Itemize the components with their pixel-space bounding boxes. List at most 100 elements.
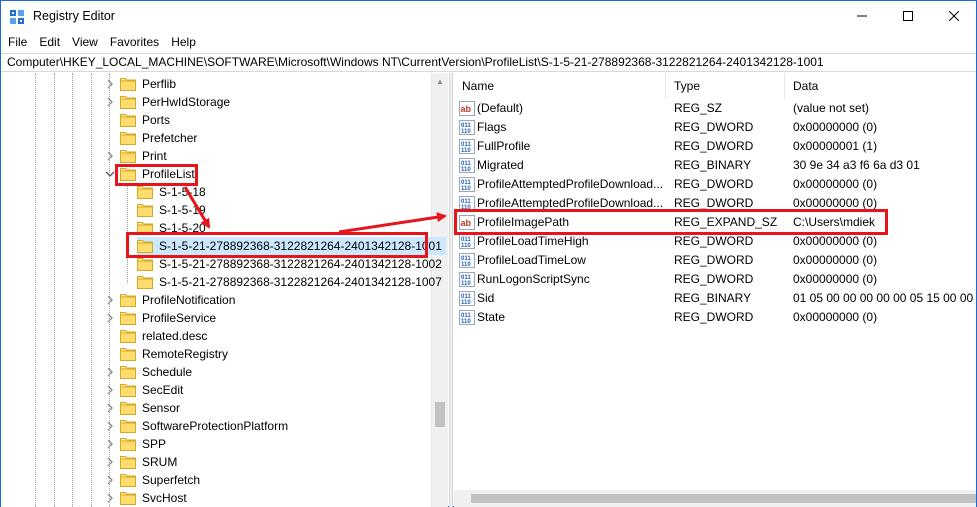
registry-editor-window: Registry Editor File Edit View Favorites… <box>0 0 977 507</box>
tree-item[interactable]: S-1-5-21-278892368-3122821264-2401342128… <box>137 237 446 255</box>
tree-item[interactable]: RemoteRegistry <box>120 345 228 363</box>
list-header: Name Type Data <box>454 73 976 99</box>
svg-text:110: 110 <box>461 281 471 287</box>
chevron-right-icon[interactable] <box>105 313 115 323</box>
tree-scroll-thumb[interactable] <box>435 402 445 427</box>
chevron-right-icon[interactable] <box>105 475 115 485</box>
folder-icon <box>120 168 136 181</box>
minimize-icon <box>857 15 867 17</box>
close-button[interactable] <box>931 1 977 31</box>
svg-text:110: 110 <box>461 167 471 173</box>
tree-item[interactable]: Sensor <box>120 399 180 417</box>
tree-item[interactable]: related.desc <box>120 327 207 345</box>
value-row[interactable]: 011 110 Sid REG_BINARY 01 05 00 00 00 00 00 … <box>454 289 976 308</box>
value-row[interactable]: ab ProfileImagePath REG_EXPAND_SZ C:\Users\… <box>454 213 976 232</box>
value-type: REG_BINARY <box>674 291 752 305</box>
chevron-right-icon[interactable] <box>105 439 115 449</box>
tree-item[interactable]: S-1-5-18 <box>137 183 206 201</box>
value-type: REG_DWORD <box>674 234 754 248</box>
value-name: ProfileAttemptedProfileDownload... <box>477 196 664 210</box>
tree-item[interactable]: S-1-5-21-278892368-3122821264-2401342128… <box>137 273 442 291</box>
list-scroll-thumb[interactable] <box>471 494 976 503</box>
tree-item-label: Schedule <box>142 365 193 379</box>
folder-icon <box>120 78 136 91</box>
chevron-right-icon[interactable] <box>105 79 115 89</box>
tree-item[interactable]: S-1-5-20 <box>137 219 206 237</box>
address-bar[interactable]: Computer\HKEY_LOCAL_MACHINE\SOFTWARE\Mic… <box>1 53 976 72</box>
tree-item[interactable]: SPP <box>120 435 166 453</box>
folder-icon <box>137 276 153 289</box>
maximize-button[interactable] <box>885 1 931 31</box>
menu-view[interactable]: View <box>67 32 103 52</box>
pane-splitter[interactable] <box>449 73 453 507</box>
tree-guide-line <box>35 73 36 507</box>
chevron-right-icon[interactable] <box>105 403 115 413</box>
chevron-down-icon[interactable] <box>105 169 115 179</box>
chevron-right-icon[interactable] <box>105 295 115 305</box>
value-row[interactable]: 011 110 ProfileAttemptedProfileDownload...… <box>454 175 976 194</box>
minimize-button[interactable] <box>839 1 885 31</box>
tree-guide-line <box>109 73 110 507</box>
chevron-right-icon[interactable] <box>105 151 115 161</box>
svg-text:110: 110 <box>461 262 471 268</box>
chevron-right-icon[interactable] <box>105 493 115 503</box>
binary-value-icon: 011110 <box>459 272 475 287</box>
folder-icon <box>120 384 136 397</box>
value-row[interactable]: 011 110 Flags REG_DWORD 0x00000000 (0) <box>454 118 976 137</box>
folder-icon <box>137 222 153 235</box>
value-type: REG_DWORD <box>674 196 754 210</box>
folder-icon <box>137 186 153 199</box>
folder-icon <box>120 474 136 487</box>
svg-text:ab: ab <box>461 218 472 228</box>
list-horizontal-scrollbar[interactable] <box>454 490 976 507</box>
svg-text:ab: ab <box>461 104 472 114</box>
tree-item[interactable]: Print <box>120 147 167 165</box>
tree-item[interactable]: ProfileService <box>120 309 216 327</box>
column-header-name[interactable]: Name <box>454 73 666 99</box>
chevron-right-icon[interactable] <box>105 457 115 467</box>
menu-help[interactable]: Help <box>166 32 201 52</box>
value-type: REG_BINARY <box>674 158 752 172</box>
tree-item[interactable]: Superfetch <box>120 471 200 489</box>
tree-item[interactable]: SecEdit <box>120 381 183 399</box>
value-row[interactable]: 011 110 ProfileAttemptedProfileDownload...… <box>454 194 976 213</box>
tree-item[interactable]: ProfileList <box>120 165 195 183</box>
scroll-up-arrow-icon[interactable]: ▲ <box>436 77 444 86</box>
folder-icon <box>120 438 136 451</box>
value-row[interactable]: ab (Default) REG_SZ (value not set) <box>454 99 976 118</box>
column-header-data[interactable]: Data <box>785 73 976 99</box>
chevron-right-icon[interactable] <box>105 97 115 107</box>
tree-item[interactable]: Schedule <box>120 363 192 381</box>
tree-guide-line <box>91 73 92 507</box>
key-tree-pane[interactable]: ▲ Perflib PerHwIdStorage Ports Prefetcher Pr… <box>1 73 448 507</box>
folder-icon <box>120 366 136 379</box>
chevron-right-icon[interactable] <box>105 421 115 431</box>
tree-item[interactable]: Ports <box>120 111 170 129</box>
menu-edit[interactable]: Edit <box>34 32 65 52</box>
menu-file[interactable]: File <box>3 32 32 52</box>
title-bar[interactable]: Registry Editor <box>1 1 976 32</box>
value-row[interactable]: 011 110 State REG_DWORD 0x00000000 (0) <box>454 308 976 327</box>
value-row[interactable]: 011 110 Migrated REG_BINARY 30 9e 34 a3 f6 6… <box>454 156 976 175</box>
menu-favorites[interactable]: Favorites <box>105 32 164 52</box>
tree-item-label: ProfileService <box>142 311 217 325</box>
tree-item[interactable]: PerHwIdStorage <box>120 93 230 111</box>
chevron-right-icon[interactable] <box>105 385 115 395</box>
values-list-pane[interactable]: Name Type Data ab (Default) REG_SZ (value n… <box>454 73 976 507</box>
value-row[interactable]: 011 110 FullProfile REG_DWORD 0x00000001 (1) <box>454 137 976 156</box>
tree-item[interactable]: S-1-5-19 <box>137 201 206 219</box>
tree-item[interactable]: Perflib <box>120 75 176 93</box>
value-row[interactable]: 011 110 RunLogonScriptSync REG_DWORD 0x00000… <box>454 270 976 289</box>
binary-value-icon: 011110 <box>459 253 475 268</box>
tree-item[interactable]: Prefetcher <box>120 129 197 147</box>
value-row[interactable]: 011 110 ProfileLoadTimeHigh REG_DWORD 0x0000… <box>454 232 976 251</box>
tree-item[interactable]: SRUM <box>120 453 177 471</box>
value-data: (value not set) <box>793 101 870 115</box>
tree-item[interactable]: ProfileNotification <box>120 291 235 309</box>
value-row[interactable]: 011 110 ProfileLoadTimeLow REG_DWORD 0x00000… <box>454 251 976 270</box>
tree-item[interactable]: SoftwareProtectionPlatform <box>120 417 288 435</box>
column-header-type[interactable]: Type <box>666 73 785 99</box>
tree-item[interactable]: S-1-5-21-278892368-3122821264-2401342128… <box>137 255 442 273</box>
tree-item[interactable]: SvcHost <box>120 489 187 507</box>
chevron-right-icon[interactable] <box>105 367 115 377</box>
